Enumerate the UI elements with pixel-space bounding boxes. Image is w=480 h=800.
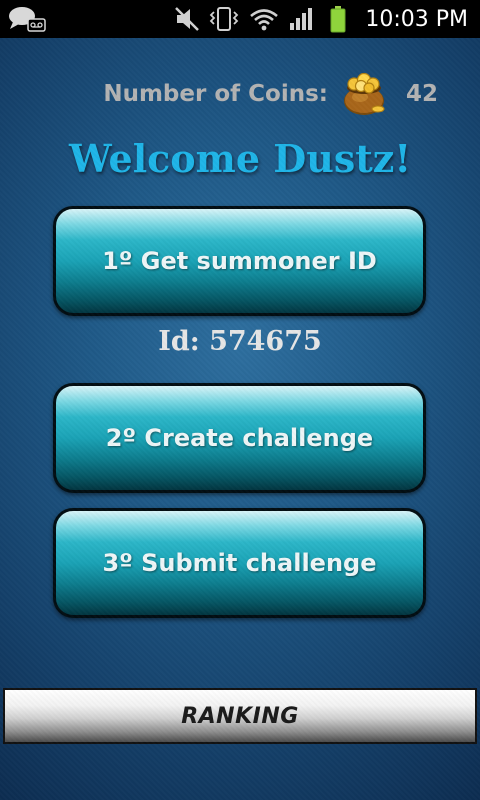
battery-icon [328,0,348,38]
wifi-icon [248,0,280,38]
coins-label: Number of Coins: [103,81,328,107]
ranking-label: RANKING [181,703,299,729]
status-bar: 10:03 PM [0,0,480,38]
main-screen: Number of Coins: 42 Welcome Dustz! 1º Ge… [0,38,480,800]
mute-icon [172,0,202,38]
ranking-button[interactable]: RANKING [3,688,477,744]
vibrate-icon [208,0,240,38]
coins-row: Number of Coins: 42 [103,71,438,117]
welcome-title: Welcome Dustz! [68,136,412,181]
create-challenge-button[interactable]: 2º Create challenge [53,383,426,493]
get-summoner-id-button[interactable]: 1º Get summoner ID [53,206,426,316]
submit-challenge-label: 3º Submit challenge [102,549,377,577]
get-summoner-id-label: 1º Get summoner ID [102,247,377,275]
chat-voicemail-icon [6,0,48,38]
signal-icon [288,0,316,38]
coins-value: 42 [405,81,438,107]
status-time: 10:03 PM [365,6,468,32]
gold-pot-icon [340,71,388,117]
submit-challenge-button[interactable]: 3º Submit challenge [53,508,426,618]
summoner-id-text: Id: 574675 [158,326,322,357]
create-challenge-label: 2º Create challenge [105,424,374,452]
